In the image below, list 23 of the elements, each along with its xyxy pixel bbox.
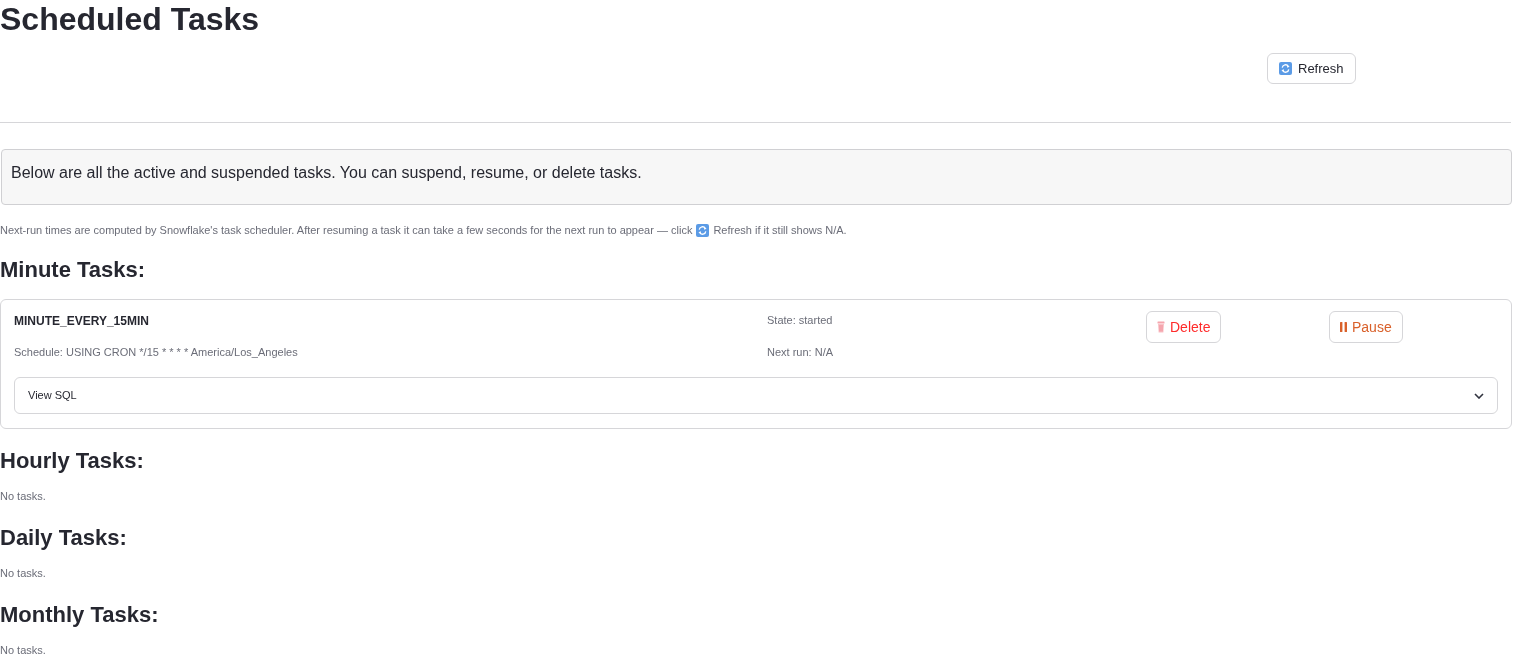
refresh-icon bbox=[696, 223, 710, 237]
task-state: State: started bbox=[767, 313, 833, 327]
empty-state-text: No tasks. bbox=[0, 567, 46, 579]
section-heading: Monthly Tasks: bbox=[0, 601, 159, 629]
refresh-button[interactable]: Refresh bbox=[1267, 53, 1356, 84]
pause-button[interactable]: Pause bbox=[1329, 311, 1403, 343]
pause-icon bbox=[1340, 322, 1347, 332]
section-heading: Daily Tasks: bbox=[0, 524, 127, 552]
caption-text: Refresh if it still shows N/A. bbox=[713, 223, 847, 238]
section-heading: Hourly Tasks: bbox=[0, 447, 144, 475]
task-schedule: Schedule: USING CRON */15 * * * * America/Los_Angeles bbox=[14, 345, 298, 359]
caption-text: Next-run times are computed by Snowflake's task scheduler. After resuming a task it can take a few seconds for the next run to appear — click bbox=[0, 223, 693, 238]
view-sql-expander[interactable]: View SQL bbox=[14, 377, 1498, 414]
next-run-text: Next run: N/A bbox=[767, 345, 834, 359]
empty-state-text: No tasks. bbox=[0, 644, 46, 654]
delete-button[interactable]: Delete bbox=[1146, 311, 1222, 343]
task-name: MINUTE_EVERY_15MIN bbox=[14, 313, 149, 329]
trash-icon bbox=[1157, 321, 1165, 333]
info-text: Below are all the active and suspended tasks. You can suspend, resume, or delete tasks. bbox=[11, 164, 642, 181]
section-heading: Minute Tasks: bbox=[0, 256, 146, 284]
page-title: Scheduled Tasks bbox=[0, 0, 260, 38]
refresh-icon bbox=[1279, 62, 1292, 75]
empty-state-text: No tasks. bbox=[0, 490, 46, 502]
